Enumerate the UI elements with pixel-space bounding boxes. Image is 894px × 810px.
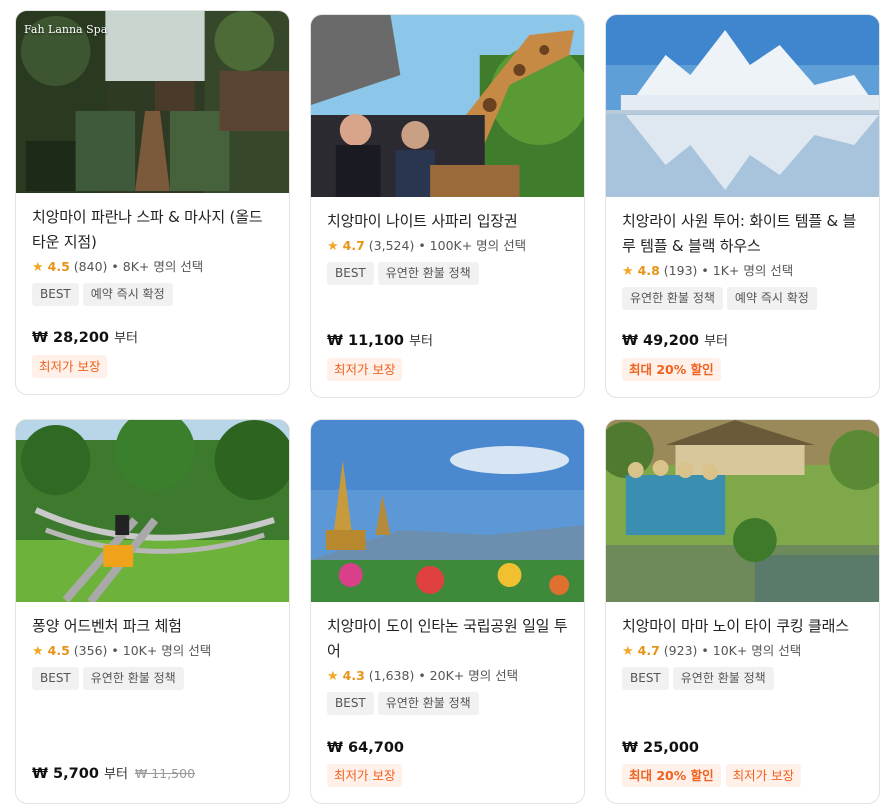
- price-suffix: 부터: [114, 331, 138, 346]
- product-image: [311, 420, 584, 602]
- price-suffix: 부터: [103, 767, 128, 782]
- product-card-spa[interactable]: Fah Lanna Spa 치앙마이 파란나 스파 & 마사지 (올드 타운 지…: [15, 10, 290, 395]
- product-title[interactable]: 치앙라이 사원 투어: 화이트 템플 & 블루 템플 & 블랙 하우스: [622, 209, 867, 259]
- price: ₩ 5,700 부터 ₩ 11,500: [32, 764, 277, 785]
- product-title[interactable]: 치앙마이 나이트 사파리 입장권: [327, 209, 572, 234]
- price: ₩ 11,100 부터: [327, 331, 572, 352]
- tag-list: BEST 유연한 환불 정책: [327, 692, 572, 715]
- price-value: ₩ 49,200: [622, 333, 699, 349]
- tag-badge: 유연한 환불 정책: [672, 667, 774, 690]
- star-icon: ★: [32, 644, 44, 659]
- star-icon: ★: [622, 264, 634, 279]
- price: ₩ 28,200 부터: [32, 328, 277, 349]
- product-image: [16, 420, 289, 602]
- review-count: (923): [663, 643, 698, 658]
- tag-list: BEST 유연한 환불 정책: [327, 262, 572, 285]
- booked-count: • 8K+ 명의 선택: [111, 259, 204, 274]
- price-value: ₩ 11,100: [327, 333, 404, 349]
- star-icon: ★: [622, 644, 634, 659]
- review-count: (840): [73, 259, 108, 274]
- booked-count: • 20K+ 명의 선택: [418, 668, 519, 683]
- promo-badge: 최저가 보장: [327, 358, 403, 381]
- product-title[interactable]: 치앙마이 파란나 스파 & 마사지 (올드 타운 지점): [32, 205, 277, 255]
- price-value: ₩ 28,200: [32, 330, 109, 346]
- rating-row: ★ 4.5 (840) • 8K+ 명의 선택: [32, 257, 277, 278]
- price: ₩ 64,700: [327, 738, 572, 758]
- product-card-night-safari[interactable]: 치앙마이 나이트 사파리 입장권 ★ 4.7 (3,524) • 100K+ 명…: [310, 14, 585, 398]
- rating-row: ★ 4.3 (1,638) • 20K+ 명의 선택: [327, 666, 572, 687]
- promo-badge: 최저가 보장: [327, 764, 403, 787]
- rating-score: 4.8: [637, 263, 660, 278]
- price-value: ₩ 64,700: [327, 740, 404, 756]
- product-image: Fah Lanna Spa: [16, 11, 289, 193]
- price-value: ₩ 5,700: [32, 766, 99, 782]
- product-title[interactable]: 치앙마이 도이 인타논 국립공원 일일 투어: [327, 614, 572, 664]
- promo-badge: 최저가 보장: [32, 355, 108, 378]
- rating-score: 4.5: [47, 643, 70, 658]
- review-count: (3,524): [368, 238, 415, 253]
- price-suffix: 부터: [704, 334, 728, 349]
- tag-badge: 유연한 환불 정책: [82, 667, 184, 690]
- price: ₩ 25,000: [622, 738, 867, 758]
- star-icon: ★: [32, 260, 44, 275]
- rating-row: ★ 4.7 (3,524) • 100K+ 명의 선택: [327, 236, 572, 257]
- original-price: ₩ 11,500: [134, 766, 196, 781]
- tag-badge: BEST: [32, 667, 79, 690]
- review-count: (356): [73, 643, 108, 658]
- price: ₩ 49,200 부터: [622, 331, 867, 352]
- product-image: [606, 15, 879, 197]
- product-title[interactable]: 치앙마이 마마 노이 타이 쿠킹 클래스: [622, 614, 867, 639]
- rating-row: ★ 4.5 (356) • 10K+ 명의 선택: [32, 641, 277, 662]
- rating-row: ★ 4.8 (193) • 1K+ 명의 선택: [622, 261, 867, 282]
- tag-badge: 유연한 환불 정책: [377, 262, 479, 285]
- tag-badge: BEST: [327, 262, 374, 285]
- review-count: (193): [663, 263, 698, 278]
- price-value: ₩ 25,000: [622, 740, 699, 756]
- rating-score: 4.7: [342, 238, 365, 253]
- rating-score: 4.5: [47, 259, 70, 274]
- booked-count: • 100K+ 명의 선택: [418, 238, 527, 253]
- product-image: [606, 420, 879, 602]
- promo-badge: 최저가 보장: [725, 764, 802, 787]
- tag-badge: 예약 즉시 확정: [726, 287, 817, 310]
- tag-badge: 예약 즉시 확정: [82, 283, 173, 306]
- tag-badge: BEST: [327, 692, 374, 715]
- rating-score: 4.7: [637, 643, 660, 658]
- promo-badge: 최대 20% 할인: [622, 358, 721, 381]
- product-title[interactable]: 퐁양 어드벤처 파크 체험: [32, 614, 277, 639]
- tag-badge: 유연한 환불 정책: [622, 287, 723, 310]
- rating-row: ★ 4.7 (923) • 10K+ 명의 선택: [622, 641, 867, 662]
- tag-badge: BEST: [622, 667, 669, 690]
- tag-list: BEST 유연한 환불 정책: [32, 667, 277, 690]
- booked-count: • 1K+ 명의 선택: [701, 263, 794, 278]
- tag-badge: 유연한 환불 정책: [377, 692, 479, 715]
- tag-list: BEST 유연한 환불 정책: [622, 667, 867, 690]
- review-count: (1,638): [368, 668, 415, 683]
- booked-count: • 10K+ 명의 선택: [701, 643, 802, 658]
- product-card-cooking-class[interactable]: 치앙마이 마마 노이 타이 쿠킹 클래스 ★ 4.7 (923) • 10K+ …: [605, 419, 880, 804]
- product-card-temple-tour[interactable]: 치앙라이 사원 투어: 화이트 템플 & 블루 템플 & 블랙 하우스 ★ 4.…: [605, 14, 880, 398]
- product-image: [311, 15, 584, 197]
- tag-list: 유연한 환불 정책 예약 즉시 확정: [622, 287, 867, 310]
- booked-count: • 10K+ 명의 선택: [111, 643, 212, 658]
- price-suffix: 부터: [409, 334, 433, 349]
- tag-badge: BEST: [32, 283, 79, 306]
- rating-score: 4.3: [342, 668, 365, 683]
- product-card-adventure-park[interactable]: 퐁양 어드벤처 파크 체험 ★ 4.5 (356) • 10K+ 명의 선택 B…: [15, 419, 290, 804]
- image-watermark: Fah Lanna Spa: [24, 23, 108, 36]
- star-icon: ★: [327, 669, 339, 684]
- star-icon: ★: [327, 239, 339, 254]
- product-card-doi-inthanon[interactable]: 치앙마이 도이 인타논 국립공원 일일 투어 ★ 4.3 (1,638) • 2…: [310, 419, 585, 804]
- promo-badge: 최대 20% 할인: [622, 764, 721, 787]
- tag-list: BEST 예약 즉시 확정: [32, 283, 277, 306]
